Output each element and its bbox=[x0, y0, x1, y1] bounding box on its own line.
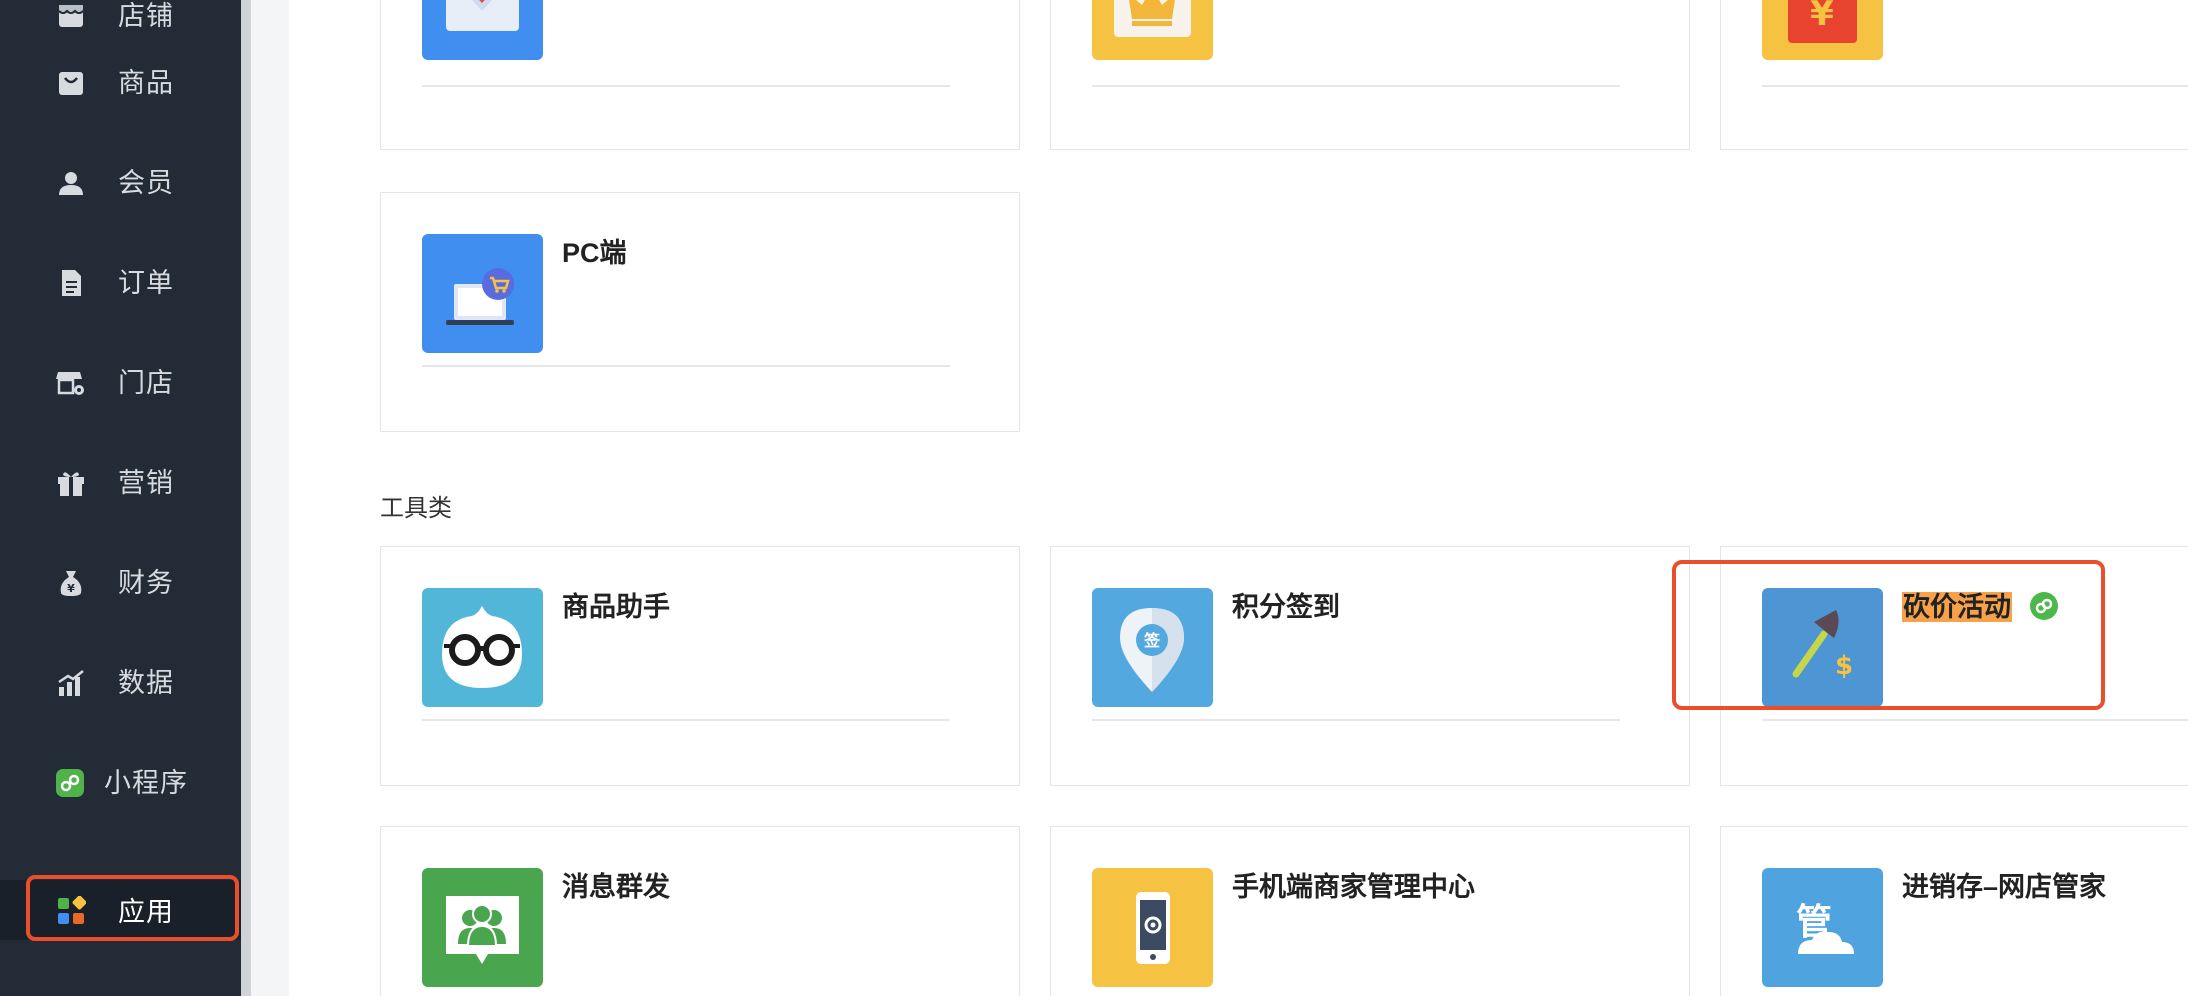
sidebar-item-goods[interactable]: 商品 bbox=[0, 53, 241, 113]
group-message-icon bbox=[446, 896, 519, 964]
app-card-mobile-merchant-center[interactable]: 手机端商家管理中心 bbox=[1050, 826, 1690, 996]
manager-cloud-icon: 管 bbox=[1796, 902, 1854, 954]
app-card-name: PC端 bbox=[562, 238, 627, 268]
app-card-name: 消息群发 bbox=[562, 872, 670, 902]
sidebar-item-member[interactable]: 会员 bbox=[0, 153, 241, 213]
sidebar-scrollbar[interactable] bbox=[241, 0, 251, 996]
mini-program-icon bbox=[56, 769, 84, 797]
app-card-name: 手机端商家管理中心 bbox=[1232, 872, 1475, 902]
app-card-divider bbox=[422, 365, 950, 367]
sidebar-item-marketing[interactable]: 营销 bbox=[0, 453, 241, 513]
app-card-tile bbox=[422, 868, 543, 987]
checkin-pin-icon: 签 bbox=[1120, 608, 1184, 692]
sidebar-item-mini-program[interactable]: 小程序 bbox=[0, 753, 241, 813]
section-title-tools: 工具类 bbox=[380, 495, 452, 522]
sidebar-item-label: 财务 bbox=[118, 568, 174, 598]
app-card-divider bbox=[1092, 85, 1620, 87]
svg-text:签: 签 bbox=[1143, 631, 1161, 650]
svg-text:¥: ¥ bbox=[67, 582, 75, 595]
content-gutter bbox=[251, 0, 289, 996]
app-card-tile: 管 bbox=[1762, 868, 1883, 987]
sidebar: 店铺 商品 会员 订单 门店 营销 ¥ 财务 数据 小程序 应用 bbox=[0, 0, 241, 996]
gift-icon bbox=[58, 472, 84, 496]
app-card-divider bbox=[1092, 719, 1620, 721]
sidebar-item-label: 营销 bbox=[118, 468, 174, 498]
sidebar-item-label: 小程序 bbox=[104, 768, 188, 798]
app-card-name: 进销存–网店管家 bbox=[1902, 872, 2107, 902]
sidebar-item-label: 商品 bbox=[118, 68, 174, 98]
glasses-mascot-icon bbox=[442, 606, 522, 688]
app-card[interactable] bbox=[380, 0, 1020, 150]
bar-chart-icon bbox=[58, 670, 84, 696]
sidebar-item-label: 门店 bbox=[118, 368, 174, 398]
red-envelope-yuan-icon: ¥ bbox=[1788, 0, 1857, 43]
app-card-points-checkin[interactable]: 签 积分签到 bbox=[1050, 546, 1690, 786]
sidebar-footer bbox=[0, 963, 241, 996]
user-icon bbox=[59, 172, 83, 195]
app-window: 店铺 商品 会员 订单 门店 营销 ¥ 财务 数据 小程序 应用 ¥ PC端 工… bbox=[0, 0, 2188, 996]
app-card-divider bbox=[422, 85, 950, 87]
app-card-tile bbox=[422, 588, 543, 707]
sidebar-item-label: 店铺 bbox=[118, 1, 174, 31]
app-card-divider bbox=[1762, 85, 2188, 87]
app-card-pc[interactable]: PC端 bbox=[380, 192, 1020, 432]
app-card-divider bbox=[422, 719, 950, 721]
app-card-name: 积分签到 bbox=[1232, 592, 1340, 622]
bag-icon bbox=[59, 72, 83, 95]
mobile-settings-icon bbox=[1136, 892, 1170, 964]
sidebar-item-label: 会员 bbox=[118, 168, 174, 198]
app-card-name: 商品助手 bbox=[562, 592, 670, 622]
app-card[interactable] bbox=[1050, 0, 1690, 150]
app-card-tile bbox=[1092, 0, 1213, 60]
app-card-goods-assistant[interactable]: 商品助手 bbox=[380, 546, 1020, 786]
bargain-callout bbox=[1672, 560, 2105, 710]
money-bag-icon: ¥ bbox=[60, 571, 82, 596]
app-card-tile: 签 bbox=[1092, 588, 1213, 707]
sidebar-item-order[interactable]: 订单 bbox=[0, 253, 241, 313]
red-heart-envelope-icon bbox=[446, 0, 519, 31]
active-item-callout bbox=[26, 875, 239, 941]
sidebar-item-data[interactable]: 数据 bbox=[0, 653, 241, 713]
sidebar-item-label: 订单 bbox=[118, 268, 174, 298]
sidebar-item-finance[interactable]: ¥ 财务 bbox=[0, 553, 241, 613]
sidebar-item-shop[interactable]: 店铺 bbox=[0, 0, 241, 46]
store-settings-icon bbox=[56, 372, 84, 395]
app-card[interactable]: ¥ bbox=[1720, 0, 2188, 150]
svg-text:¥: ¥ bbox=[1810, 0, 1834, 34]
laptop-cart-icon bbox=[446, 268, 514, 325]
sidebar-item-label: 数据 bbox=[118, 668, 174, 698]
app-card-tile bbox=[1092, 868, 1213, 987]
app-card-tile: ¥ bbox=[1762, 0, 1883, 60]
app-card-divider bbox=[1762, 719, 2188, 721]
app-card-group-message[interactable]: 消息群发 bbox=[380, 826, 1020, 996]
crown-icon bbox=[1114, 0, 1191, 37]
document-icon bbox=[62, 270, 81, 296]
app-card-inventory-manager[interactable]: 管 进销存–网店管家 bbox=[1720, 826, 2188, 996]
app-card-tile bbox=[422, 234, 543, 353]
app-card-tile bbox=[422, 0, 543, 60]
sidebar-item-store[interactable]: 门店 bbox=[0, 353, 241, 413]
shop-icon bbox=[58, 5, 84, 27]
